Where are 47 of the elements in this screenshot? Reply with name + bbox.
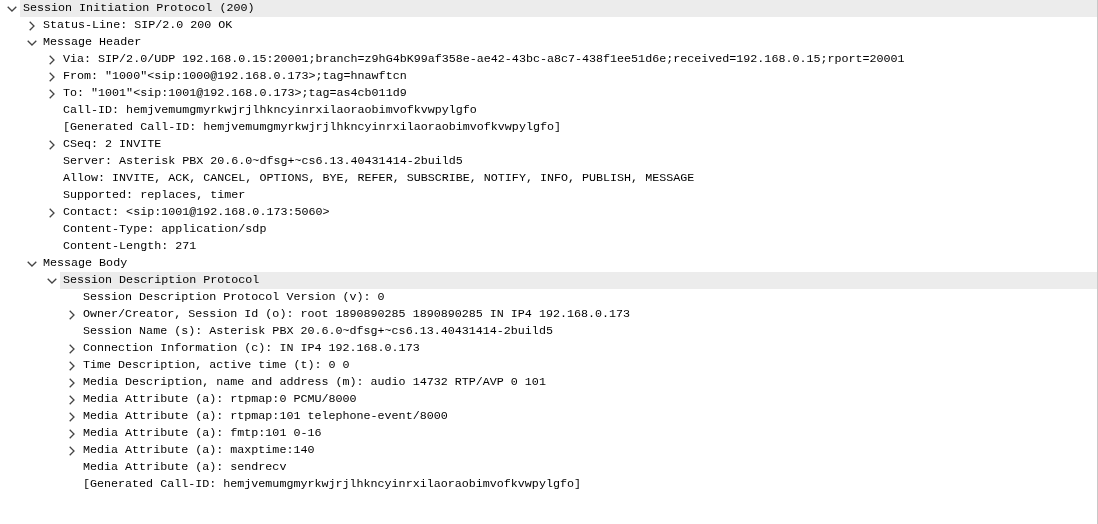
chevron-right-icon[interactable] (69, 343, 75, 354)
tree-item[interactable]: Status-Line: SIP/2.0 200 OK (40, 17, 233, 34)
chevron-right-icon[interactable] (69, 411, 75, 422)
chevron-right-icon[interactable] (69, 309, 75, 320)
chevron-right-icon[interactable] (49, 207, 55, 218)
tree-item[interactable]: To: "1001"<sip:1001@192.168.0.173>;tag=as4cb011d9 (60, 85, 407, 102)
tree-item[interactable]: [Generated Call-ID: hemjvemumgmyrkwjrjlhkncyinrxilaoraobimvofkvwpylgfo] (80, 476, 581, 493)
tree-item[interactable]: Media Attribute (a): fmtp:101 0-16 (80, 425, 322, 442)
tree-item[interactable]: Media Attribute (a): rtpmap:0 PCMU/8000 (80, 391, 357, 408)
tree-item[interactable]: CSeq: 2 INVITE (60, 136, 162, 153)
tree-item[interactable]: Media Description, name and address (m): audio 14732 RTP/AVP 0 101 (80, 374, 546, 391)
tree-item[interactable]: Via: SIP/2.0/UDP 192.168.0.15:20001;branch=z9hG4bK99af358e-ae42-43bc-a8c7-438f1ee51d6e;received=192.168.0.15;rport=20001 (60, 51, 905, 68)
tree-item[interactable]: Connection Information (c): IN IP4 192.168.0.173 (80, 340, 420, 357)
chevron-right-icon[interactable] (69, 445, 75, 456)
tree-item[interactable]: Contact: <sip:1001@192.168.0.173:5060> (60, 204, 330, 221)
chevron-right-icon[interactable] (69, 377, 75, 388)
chevron-right-icon[interactable] (49, 54, 55, 65)
tree-item[interactable]: Session Name (s): Asterisk PBX 20.6.0~dfsg+~cs6.13.40431414-2build5 (80, 323, 553, 340)
chevron-down-icon[interactable] (27, 260, 37, 267)
tree-item[interactable]: From: "1000"<sip:1000@192.168.0.173>;tag=hnawftcn (60, 68, 407, 85)
tree-item[interactable]: Supported: replaces, timer (60, 187, 246, 204)
tree-item[interactable]: Content-Length: 271 (60, 238, 197, 255)
tree-item[interactable]: Server: Asterisk PBX 20.6.0~dfsg+~cs6.13.40431414-2build5 (60, 153, 463, 170)
tree-item[interactable]: Owner/Creator, Session Id (o): root 1890890285 1890890285 IN IP4 192.168.0.173 (80, 306, 631, 323)
tree-item[interactable]: Media Attribute (a): maxptime:140 (80, 442, 315, 459)
tree-item[interactable]: Session Initiation Protocol (200) (20, 0, 1097, 17)
tree-item[interactable]: [Generated Call-ID: hemjvemumgmyrkwjrjlhkncyinrxilaoraobimvofkvwpylgfo] (60, 119, 561, 136)
chevron-right-icon[interactable] (49, 71, 55, 82)
chevron-right-icon[interactable] (69, 394, 75, 405)
tree-item[interactable]: Session Description Protocol (60, 272, 1097, 289)
chevron-down-icon[interactable] (7, 5, 17, 12)
tree-item[interactable]: Message Body (40, 255, 128, 272)
chevron-right-icon[interactable] (49, 139, 55, 150)
tree-item[interactable]: Content-Type: application/sdp (60, 221, 267, 238)
tree-item[interactable]: Session Description Protocol Version (v): 0 (80, 289, 385, 306)
tree-item[interactable]: Media Attribute (a): rtpmap:101 telephone-event/8000 (80, 408, 448, 425)
tree-item[interactable]: Time Description, active time (t): 0 0 (80, 357, 350, 374)
tree-item[interactable]: Allow: INVITE, ACK, CANCEL, OPTIONS, BYE, REFER, SUBSCRIBE, NOTIFY, INFO, PUBLISH, MESSAGE (60, 170, 695, 187)
chevron-right-icon[interactable] (69, 428, 75, 439)
tree-item[interactable]: Call-ID: hemjvemumgmyrkwjrjlhkncyinrxilaoraobimvofkvwpylgfo (60, 102, 477, 119)
chevron-right-icon[interactable] (29, 20, 35, 31)
chevron-right-icon[interactable] (69, 360, 75, 371)
chevron-down-icon[interactable] (27, 39, 37, 46)
tree-item[interactable]: Message Header (40, 34, 142, 51)
chevron-down-icon[interactable] (47, 277, 57, 284)
chevron-right-icon[interactable] (49, 88, 55, 99)
tree-item[interactable]: Media Attribute (a): sendrecv (80, 459, 287, 476)
